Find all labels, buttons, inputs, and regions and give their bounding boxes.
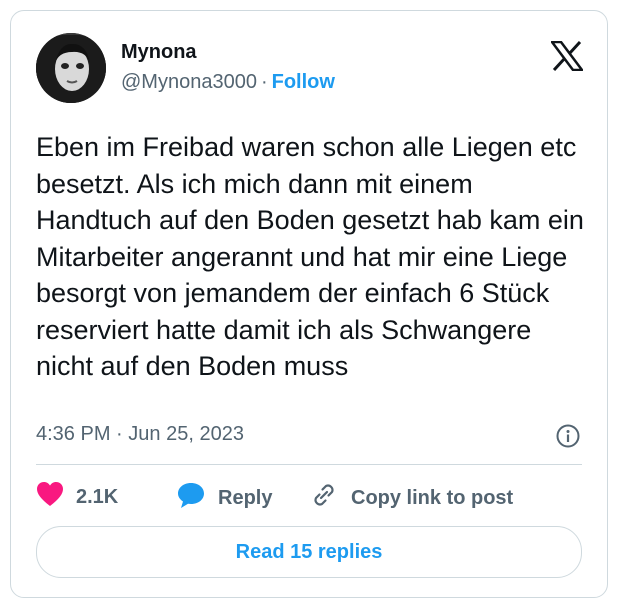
tweet-text: Eben im Freibad waren schon alle Liegen … (36, 132, 584, 381)
x-logo-icon[interactable] (550, 40, 584, 72)
reply-bubble-icon (176, 481, 218, 515)
separator-dot: · (260, 71, 268, 93)
tweet-date: Jun 25, 2023 (128, 423, 244, 445)
copy-link-button[interactable]: Copy link to post (309, 481, 513, 515)
reply-button[interactable]: Reply (176, 481, 272, 515)
like-count: 2.1K (76, 485, 119, 508)
author-name[interactable]: Mynona (121, 41, 197, 64)
separator-dot: · (116, 423, 123, 445)
tweet-card: Mynona @Mynona3000 · Follow Eben im Freiba… (10, 10, 608, 598)
info-icon[interactable] (555, 423, 581, 449)
reply-label: Reply (218, 486, 273, 509)
read-replies-button[interactable]: Read 15 replies (36, 526, 582, 578)
tweet-time: 4:36 PM (36, 423, 111, 445)
timestamp-row[interactable]: 4:36 PM · Jun 25, 2023 (36, 423, 244, 446)
avatar[interactable] (36, 33, 106, 103)
like-button[interactable]: 2.1K (36, 481, 118, 513)
follow-button[interactable]: Follow (272, 71, 335, 93)
action-bar: 2.1K Reply Copy link to post (36, 481, 582, 511)
author-handle[interactable]: @Mynona3000 (121, 71, 257, 93)
author-handle-row: @Mynona3000 · Follow (121, 71, 335, 94)
heart-icon (36, 481, 76, 513)
divider (36, 464, 582, 465)
link-icon (309, 481, 351, 515)
copy-link-label: Copy link to post (351, 486, 514, 509)
